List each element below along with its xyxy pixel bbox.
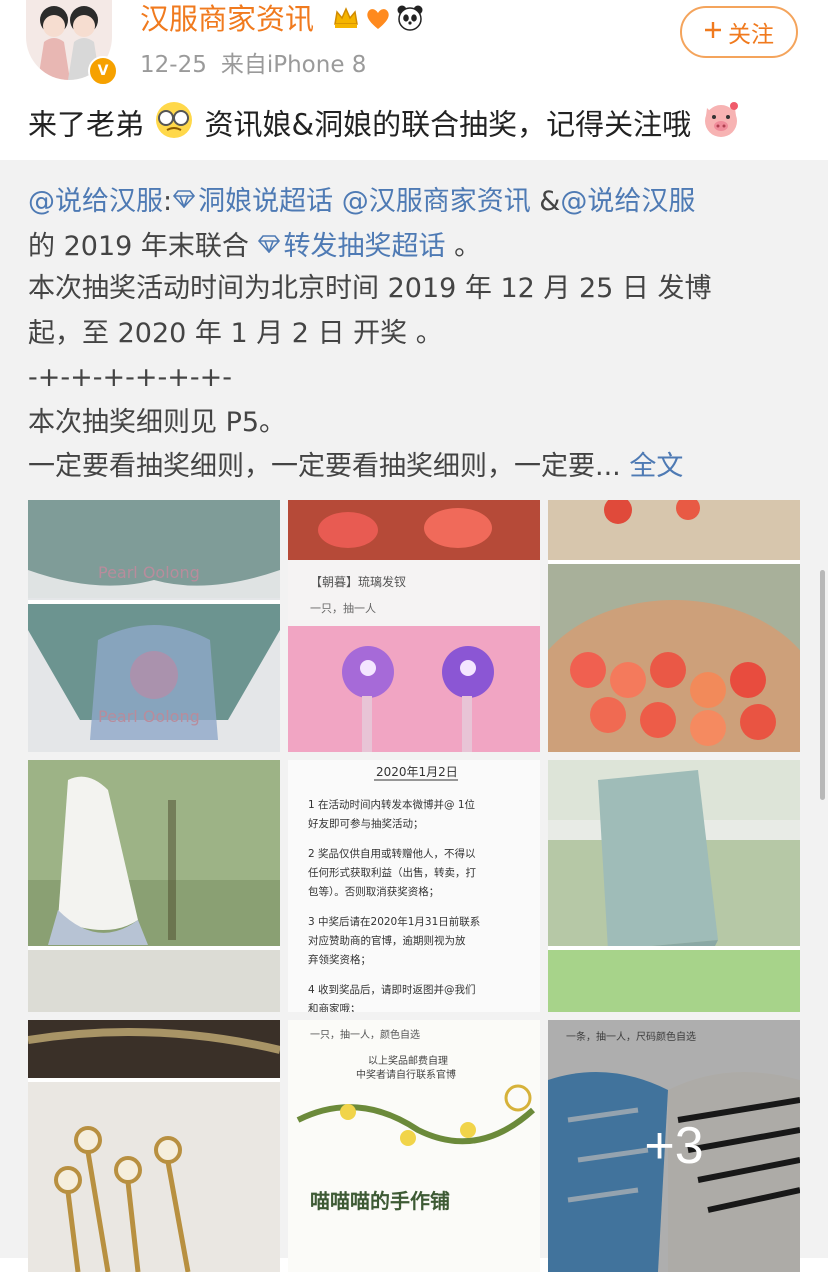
glasses-emoji-icon (153, 101, 195, 152)
image-thumbnail-4[interactable] (28, 760, 280, 1012)
post-meta: 12-25 来自iPhone 8 (140, 50, 366, 80)
rules-line: 1 在活动时间内转发本微博并@ 1位 (308, 798, 476, 811)
image-caption: 【朝暮】琉璃发钗 (310, 574, 406, 589)
post-header: V 汉服商家资讯 12-25 来自iPhone 8 关注 来了老弟 资讯娘&洞娘的… (0, 0, 828, 160)
follow-button[interactable]: 关注 (680, 6, 798, 58)
author-badges (332, 4, 424, 32)
pig-emoji-icon (700, 100, 742, 153)
scrollbar[interactable] (820, 570, 825, 800)
image-thumbnail-5[interactable]: 2020年1月2日 1 在活动时间内转发本微博并@ 1位 好友即可参与抽奖活动； 2… (288, 760, 540, 1012)
image-thumbnail-8[interactable]: 一只，抽一人，颜色自选 以上奖品邮费自理 中奖者请自行联系官博 喵喵喵的手作铺 (288, 1020, 540, 1272)
repost-line-5: -+-+-+-+-+-+- (28, 362, 232, 393)
topic-label: 转发抽奖超话 (283, 230, 446, 262)
post-date: 12-25 (140, 52, 207, 78)
image-thumbnail-2[interactable]: 【朝暮】琉璃发钗 一只，抽一人 (288, 500, 540, 752)
rules-line: 任何形式获取利益（出售，转卖，打 (308, 866, 476, 879)
repost-text: @说给汉服: 洞娘说超话 @汉服商家资讯 &@说给汉服 的 2019 年末联合 转… (28, 178, 808, 490)
plus-icon (704, 19, 722, 45)
watermark-text: Pearl Oolong (98, 563, 200, 582)
repost-line-7: 一定要看抽奖细则，一定要看抽奖细则，一定要... 全文 (28, 445, 808, 490)
mention-link[interactable]: @汉服商家资讯 (342, 186, 531, 217)
post-text-part1: 来了老弟 (28, 107, 145, 142)
watermark-text: Pearl Oolong (98, 707, 200, 726)
post-text: 来了老弟 资讯娘&洞娘的联合抽奖，记得关注哦 (28, 100, 742, 153)
diamond-icon (257, 223, 281, 254)
image-thumbnail-3[interactable] (548, 500, 800, 752)
topic-link[interactable]: 洞娘说超话 (172, 186, 333, 217)
repost-block[interactable]: @说给汉服: 洞娘说超话 @汉服商家资讯 &@说给汉服 的 2019 年末联合 转… (0, 160, 828, 1272)
crown-icon (332, 4, 360, 32)
more-images-count[interactable]: +3 (548, 1020, 800, 1272)
mention-link[interactable]: @说给汉服 (560, 186, 695, 217)
rules-line: 4 收到奖品后，请即时返图并@我们 (308, 983, 476, 996)
truncated-text: 一定要看抽奖细则，一定要看抽奖细则，一定要... (28, 451, 630, 482)
rules-line: 和商家哦； (308, 1002, 361, 1012)
line2-end: 。 (445, 230, 482, 262)
line2-text: 的 2019 年末联合 (28, 230, 249, 262)
diamond-icon (172, 178, 196, 210)
image-caption: 一只，抽一人 (310, 601, 376, 615)
amp-text: & (530, 186, 561, 217)
repost-line-4: 起，至 2020 年 1 月 2 日 开奖 。 (28, 317, 443, 349)
repost-line-6: 本次抽奖细则见 P5。 (28, 406, 287, 438)
rules-title: 2020年1月2日 (376, 765, 458, 779)
image-caption: 一只，抽一人，颜色自选 (310, 1028, 420, 1041)
topic-label: 洞娘说超话 (198, 186, 334, 217)
rules-line: 包等）。否则取消获奖资格； (308, 885, 439, 898)
heart-icon (364, 4, 392, 32)
image-caption: 中奖者请自行联系官博 (356, 1068, 456, 1081)
image-thumbnail-9[interactable]: 一条，抽一人，尺码颜色自选 +3 (548, 1020, 800, 1272)
rules-line: 好友即可参与抽奖活动； (308, 817, 424, 830)
mention-link[interactable]: @说给汉服 (28, 186, 163, 217)
topic-link[interactable]: 转发抽奖超话 (257, 231, 445, 262)
rules-line: 2 奖品仅供自用或转赠他人，不得以 (308, 847, 476, 860)
post-text-part2: 资讯娘&洞娘的联合抽奖，记得关注哦 (204, 107, 692, 142)
shop-name: 喵喵喵的手作铺 (310, 1189, 450, 1213)
image-grid: Pearl Oolong Pearl Oolong 【朝暮】琉璃发钗 一只，抽一… (28, 500, 800, 1272)
post-source[interactable]: iPhone 8 (267, 52, 367, 78)
repost-line-2: 的 2019 年末联合 转发抽奖超话 。 (28, 223, 808, 268)
author-name[interactable]: 汉服商家资讯 (140, 0, 314, 38)
panda-icon (396, 4, 424, 32)
rules-line: 3 中奖后请在2020年1月31日前联系 (308, 915, 480, 928)
image-thumbnail-1[interactable]: Pearl Oolong Pearl Oolong (28, 500, 280, 752)
colon-text: : (163, 186, 173, 217)
verified-icon: V (88, 56, 118, 86)
source-prefix: 来自 (220, 52, 267, 78)
image-caption: 以上奖品邮费自理 (368, 1054, 448, 1067)
full-text-link[interactable]: 全文 (629, 451, 683, 482)
repost-line-3: 本次抽奖活动时间为北京时间 2019 年 12 月 25 日 发博 (28, 273, 712, 304)
rules-line: 弃领奖资格； (308, 953, 371, 966)
image-thumbnail-7[interactable] (28, 1020, 280, 1272)
image-thumbnail-6[interactable] (548, 760, 800, 1012)
repost-line-1: @说给汉服: 洞娘说超话 @汉服商家资讯 &@说给汉服 (28, 178, 808, 223)
follow-label: 关注 (728, 22, 774, 48)
rules-line: 对应赞助商的官博，逾期则视为放 (308, 934, 466, 947)
